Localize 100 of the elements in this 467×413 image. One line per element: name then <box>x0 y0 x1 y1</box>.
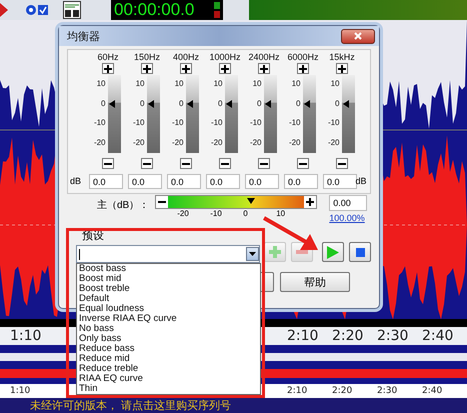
slider-thumb[interactable] <box>342 100 348 108</box>
toolbar-icon[interactable] <box>0 3 8 17</box>
decrease-button[interactable] <box>102 158 114 169</box>
gain-field[interactable]: 0.0 <box>167 174 201 189</box>
scale-label: 0 <box>335 98 340 110</box>
frequency-label: 2400Hz <box>248 52 280 62</box>
scale-label: 10 <box>174 79 184 90</box>
gain-field[interactable]: 0.0 <box>323 174 357 189</box>
gain-field[interactable]: 0.0 <box>284 174 318 189</box>
plus-icon[interactable] <box>304 197 316 207</box>
license-notice[interactable]: 未经许可的版本， 请点击这里购买序列号 <box>30 398 232 413</box>
decrease-button[interactable] <box>219 158 231 169</box>
scale-label: -10 <box>94 118 106 129</box>
preset-option[interactable]: Boost bass <box>77 264 260 274</box>
minus-icon <box>296 250 308 254</box>
decrease-button[interactable] <box>141 158 153 169</box>
master-gain-label: 主（dB）： <box>97 198 150 212</box>
preset-option[interactable]: RIAA EQ curve <box>77 374 260 384</box>
scale-label: 10 <box>276 209 286 218</box>
scale-label: 10 <box>252 79 262 90</box>
band-slider[interactable] <box>146 75 160 153</box>
band-slider[interactable] <box>342 75 354 153</box>
scale-label: 0 <box>296 98 300 110</box>
band-slider[interactable] <box>302 75 316 153</box>
preset-option[interactable]: Reduce treble <box>77 364 260 374</box>
scale-label: -10 <box>210 209 223 218</box>
time-label: 1:10 <box>10 386 30 396</box>
play-button[interactable] <box>322 242 344 262</box>
frequency-label: 15kHz <box>329 52 355 62</box>
preset-option[interactable]: Boost mid <box>77 274 260 284</box>
scale-label: 10 <box>214 79 222 90</box>
dialog-title: 均衡器 <box>67 30 100 44</box>
preset-combobox[interactable] <box>76 245 260 263</box>
preset-option[interactable]: Reduce bass <box>77 344 260 354</box>
scale-label: 10 <box>292 79 300 90</box>
preset-option[interactable]: Boost treble <box>77 284 260 294</box>
master-gain-field[interactable]: 0.00 <box>329 195 368 211</box>
band-slider[interactable] <box>108 75 120 153</box>
scale-label: -20 <box>132 138 144 148</box>
slider-thumb[interactable] <box>108 100 114 108</box>
increase-button[interactable] <box>336 63 348 74</box>
scale-label: -20 <box>288 138 300 148</box>
scale-label: 0 <box>179 98 184 110</box>
preset-option[interactable]: Default <box>77 294 260 304</box>
preset-option[interactable]: No bass <box>77 324 260 334</box>
increase-button[interactable] <box>258 63 270 74</box>
increase-button[interactable] <box>180 63 192 74</box>
close-button[interactable] <box>341 28 375 44</box>
add-preset-button[interactable] <box>264 242 286 262</box>
gain-field[interactable]: 0.0 <box>245 174 279 189</box>
preset-option[interactable]: Equal loudness <box>77 304 260 314</box>
time-label: 2:10 <box>287 328 320 344</box>
scale-label: -10 <box>250 118 262 129</box>
scale-label: -20 <box>172 138 184 148</box>
grid-icon[interactable] <box>63 1 81 19</box>
dropdown-button[interactable] <box>246 247 259 261</box>
preset-option[interactable]: Inverse RIAA EQ curve <box>77 314 260 324</box>
help-button[interactable]: 帮助 <box>280 272 350 292</box>
increase-button[interactable] <box>141 63 153 74</box>
radio-checkbox-icon[interactable] <box>25 4 49 16</box>
band-slider[interactable] <box>186 75 198 153</box>
frequency-label: 1000Hz <box>209 52 241 62</box>
gain-field[interactable]: 0.0 <box>128 174 162 189</box>
slider-thumb[interactable] <box>304 100 310 108</box>
plus-icon <box>260 64 268 72</box>
time-label: 2:40 <box>422 328 454 344</box>
slider-thumb[interactable] <box>148 100 154 108</box>
caret-icon <box>249 252 256 256</box>
stop-button[interactable] <box>349 242 371 262</box>
preset-option[interactable]: Thin <box>77 384 260 394</box>
decrease-button[interactable] <box>258 158 270 169</box>
slider-thumb[interactable] <box>247 198 256 204</box>
preset-option[interactable]: Only bass <box>77 334 260 344</box>
scale-label: -20 <box>210 138 222 148</box>
gain-field[interactable]: 0.0 <box>206 174 240 189</box>
band-slider[interactable] <box>224 75 238 153</box>
decrease-button[interactable] <box>180 158 192 169</box>
master-slider[interactable] <box>155 195 318 209</box>
scale-label: 0 <box>101 98 106 110</box>
increase-button[interactable] <box>297 63 309 74</box>
preset-option[interactable]: Reduce mid <box>77 354 260 364</box>
time-label: 1:10 <box>10 328 42 344</box>
frequency-label: 60Hz <box>97 52 118 62</box>
slider-thumb[interactable] <box>186 100 192 108</box>
slider-thumb[interactable] <box>226 100 232 108</box>
increase-button[interactable] <box>219 63 231 74</box>
band-slider[interactable] <box>264 75 276 153</box>
plus-icon <box>182 64 190 72</box>
decrease-button[interactable] <box>297 158 309 169</box>
increase-button[interactable] <box>102 63 114 74</box>
percent-link[interactable]: 100.00% <box>329 213 368 223</box>
scale-label: -10 <box>132 118 144 129</box>
time-label: 2:40 <box>422 386 444 396</box>
gain-field[interactable]: 0.0 <box>89 174 123 189</box>
slider-thumb[interactable] <box>264 100 270 108</box>
scale-label: 10 <box>136 79 144 90</box>
scale-label: 10 <box>330 79 340 90</box>
scale-label: 0 <box>243 209 249 218</box>
annotation-arrow <box>263 216 318 250</box>
decrease-button[interactable] <box>336 158 348 169</box>
